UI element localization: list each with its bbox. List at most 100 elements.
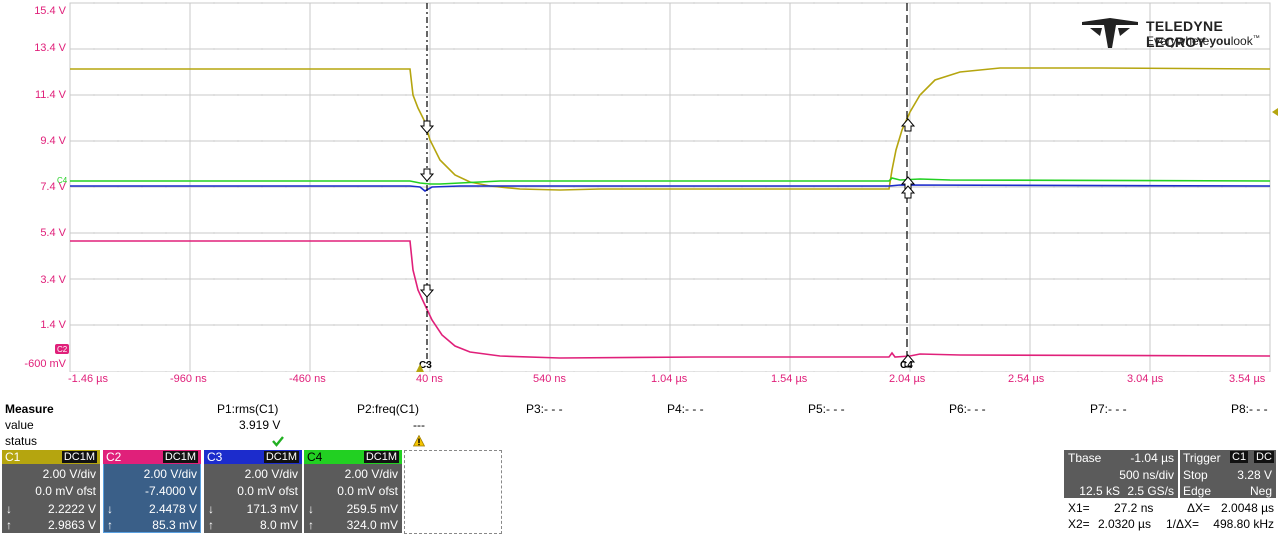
grid-dot xyxy=(525,48,527,50)
grid-dot xyxy=(1101,278,1103,280)
param-label[interactable]: P8:- - - xyxy=(1231,402,1268,416)
grid-dot xyxy=(381,371,383,372)
param-label[interactable]: P5:- - - xyxy=(808,402,845,416)
grid-dot xyxy=(1077,324,1079,326)
grid-dot xyxy=(381,48,383,50)
grid-dot xyxy=(573,232,575,234)
grid-dot xyxy=(837,324,839,326)
grid-dot xyxy=(765,2,767,4)
grid-dot xyxy=(741,140,743,142)
grid-dot xyxy=(693,232,695,234)
grid-dot xyxy=(525,278,527,280)
grid-dot xyxy=(693,48,695,50)
x-label: 40 ns xyxy=(416,373,443,385)
grid-dot xyxy=(813,232,815,234)
grid-dot xyxy=(285,48,287,50)
grid-dot xyxy=(501,371,503,372)
grid-dot xyxy=(165,371,167,372)
grid-dot xyxy=(93,2,95,4)
arrow-up-icon: ↑ xyxy=(208,518,214,532)
grid-dot xyxy=(525,140,527,142)
grid-dot xyxy=(693,94,695,96)
param-label[interactable]: P4:- - - xyxy=(667,402,704,416)
arrow-down-icon: ↓ xyxy=(308,502,314,516)
grid-dot xyxy=(1221,94,1223,96)
grid-dot xyxy=(981,186,983,188)
trigger-panel[interactable]: Trigger C1 DC Stop 3.28 V Edge Neg xyxy=(1180,450,1276,498)
inv-dx-label: 1/ΔX= xyxy=(1166,517,1200,531)
empty-trace-slot[interactable] xyxy=(404,450,502,534)
grid-dot xyxy=(333,2,335,4)
grid-dot xyxy=(813,278,815,280)
cursor-marker-c3 xyxy=(900,185,916,199)
measure-table[interactable]: Measure P1:rms(C1) P2:freq(C1) P3:- - - … xyxy=(0,402,1280,448)
grid-dot xyxy=(237,371,239,372)
grid-dot xyxy=(741,371,743,372)
trigger-channel: C1 xyxy=(1230,451,1249,463)
grid-dot xyxy=(1077,2,1079,4)
grid-dot xyxy=(597,48,599,50)
grid-dot xyxy=(261,2,263,4)
grid-dot xyxy=(285,324,287,326)
grid-dot xyxy=(381,2,383,4)
y-label: 5.4 V xyxy=(40,227,66,239)
offset: 0.0 mV ofst xyxy=(35,484,96,498)
waveform-display[interactable]: C3 C4C2C4 xyxy=(0,0,1280,372)
grid-dot xyxy=(285,2,287,4)
grid-dot xyxy=(765,278,767,280)
param-label[interactable]: P2:freq(C1) xyxy=(357,402,419,416)
grid-dot xyxy=(717,94,719,96)
channel-panel-c3[interactable]: C3 DC1M 2.00 V/div 0.0 mV ofst ↓ 171.3 m… xyxy=(204,450,302,533)
x2-label: X2= xyxy=(1068,517,1090,531)
channel-panel-c1[interactable]: C1 DC1M 2.00 V/div 0.0 mV ofst ↓ 2.2222 … xyxy=(2,450,100,533)
grid-dot xyxy=(357,324,359,326)
grid-dot xyxy=(837,232,839,234)
grid-dot xyxy=(141,278,143,280)
channel-panel-c4[interactable]: C4 DC1M 2.00 V/div 0.0 mV ofst ↓ 259.5 m… xyxy=(304,450,402,533)
trigger-type: Edge xyxy=(1183,484,1212,498)
param-value: 3.919 V xyxy=(239,418,281,432)
param-label[interactable]: P7:- - - xyxy=(1090,402,1127,416)
param-label[interactable]: P1:rms(C1) xyxy=(217,402,278,416)
grid-dot xyxy=(93,278,95,280)
grid-dot xyxy=(1005,2,1007,4)
grid-dot xyxy=(237,232,239,234)
y-label: 3.4 V xyxy=(40,274,66,286)
grid-dot xyxy=(1053,278,1055,280)
volts-per-div: 2.00 V/div xyxy=(244,467,298,481)
grid-dot xyxy=(93,140,95,142)
grid-dot xyxy=(453,278,455,280)
grid-dot xyxy=(93,48,95,50)
param-label[interactable]: P3:- - - xyxy=(526,402,563,416)
cursor-readout[interactable]: X1= 27.2 ns ΔX= 2.0048 µs X2= 2.0320 µs … xyxy=(1064,500,1278,534)
timebase-delay: -1.04 µs xyxy=(1130,451,1174,465)
grid-dot xyxy=(981,48,983,50)
grid-dot xyxy=(1005,140,1007,142)
channel-panel-c2[interactable]: C2 DC1M 2.00 V/div -7.4000 V ↓ 2.4478 V … xyxy=(103,450,201,533)
coupling-badge: DC1M xyxy=(363,451,399,463)
grid-dot xyxy=(1125,232,1127,234)
grid-dot xyxy=(333,278,335,280)
grid-dot xyxy=(645,371,647,372)
grid-dot xyxy=(693,278,695,280)
grid-dot xyxy=(1245,94,1247,96)
trigger-coupling: DC xyxy=(1254,451,1274,463)
grid-dot xyxy=(765,232,767,234)
param-label[interactable]: P6:- - - xyxy=(949,402,986,416)
grid-dot xyxy=(813,324,815,326)
grid-dot xyxy=(1053,94,1055,96)
grid-dot xyxy=(621,278,623,280)
grid-dot xyxy=(765,371,767,372)
grid-dot xyxy=(1125,94,1127,96)
grid-dot xyxy=(1173,371,1175,372)
grid-dot xyxy=(1245,140,1247,142)
timebase-panel[interactable]: Tbase -1.04 µs 500 ns/div 12.5 kS 2.5 GS… xyxy=(1064,450,1178,498)
grid-dot xyxy=(117,140,119,142)
grid-dot xyxy=(237,48,239,50)
grid-dot xyxy=(525,2,527,4)
warning-icon xyxy=(413,435,425,447)
grid-dot xyxy=(597,2,599,4)
grid-dot xyxy=(213,278,215,280)
grid-dot xyxy=(861,278,863,280)
grid-dot xyxy=(1077,232,1079,234)
